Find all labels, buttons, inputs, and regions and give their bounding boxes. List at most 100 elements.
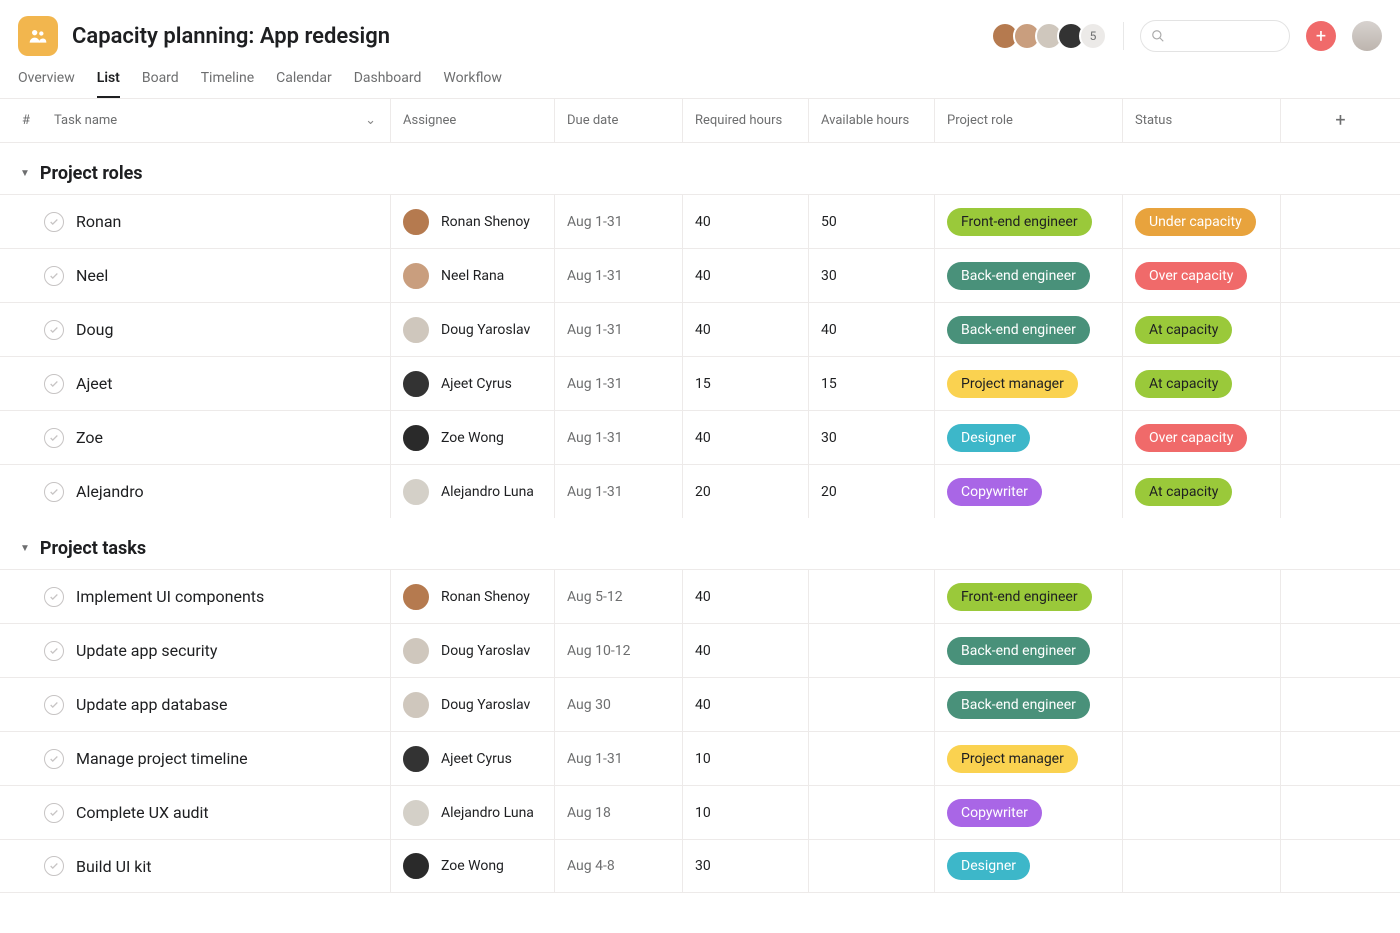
tab-workflow[interactable]: Workflow — [443, 70, 502, 98]
status-cell[interactable] — [1122, 570, 1280, 623]
available-hours-cell[interactable]: 15 — [808, 357, 934, 410]
required-hours-cell[interactable]: 40 — [682, 570, 808, 623]
assignee-cell[interactable]: Doug Yaroslav — [390, 303, 554, 356]
due-date-cell[interactable]: Aug 1-31 — [554, 357, 682, 410]
chevron-down-icon[interactable]: ⌄ — [365, 113, 390, 128]
available-hours-cell[interactable] — [808, 624, 934, 677]
table-row[interactable]: Complete UX auditAlejandro LunaAug 1810C… — [0, 785, 1400, 839]
complete-checkbox[interactable] — [44, 587, 64, 607]
due-date-cell[interactable]: Aug 10-12 — [554, 624, 682, 677]
status-cell[interactable]: At capacity — [1122, 465, 1280, 518]
status-cell[interactable] — [1122, 786, 1280, 839]
table-row[interactable]: Update app databaseDoug YaroslavAug 3040… — [0, 677, 1400, 731]
col-due-header[interactable]: Due date — [554, 99, 682, 142]
add-column-button[interactable]: + — [1280, 99, 1400, 142]
me-avatar[interactable] — [1352, 21, 1382, 51]
available-hours-cell[interactable]: 50 — [808, 195, 934, 248]
project-role-cell[interactable]: Front-end engineer — [934, 195, 1122, 248]
project-role-cell[interactable]: Designer — [934, 411, 1122, 464]
project-role-cell[interactable]: Designer — [934, 840, 1122, 892]
table-row[interactable]: NeelNeel RanaAug 1-314030Back-end engine… — [0, 248, 1400, 302]
table-row[interactable]: AlejandroAlejandro LunaAug 1-312020Copyw… — [0, 464, 1400, 518]
tab-board[interactable]: Board — [142, 70, 179, 98]
available-hours-cell[interactable] — [808, 678, 934, 731]
available-hours-cell[interactable] — [808, 732, 934, 785]
status-cell[interactable] — [1122, 732, 1280, 785]
status-cell[interactable]: Under capacity — [1122, 195, 1280, 248]
due-date-cell[interactable]: Aug 30 — [554, 678, 682, 731]
complete-checkbox[interactable] — [44, 374, 64, 394]
project-role-cell[interactable]: Back-end engineer — [934, 678, 1122, 731]
project-role-cell[interactable]: Back-end engineer — [934, 303, 1122, 356]
search-input[interactable] — [1140, 20, 1290, 52]
project-role-cell[interactable]: Project manager — [934, 732, 1122, 785]
complete-checkbox[interactable] — [44, 695, 64, 715]
project-role-cell[interactable]: Copywriter — [934, 786, 1122, 839]
due-date-cell[interactable]: Aug 5-12 — [554, 570, 682, 623]
due-date-cell[interactable]: Aug 1-31 — [554, 195, 682, 248]
tab-list[interactable]: List — [97, 70, 120, 98]
assignee-cell[interactable]: Neel Rana — [390, 249, 554, 302]
col-task-header[interactable]: Task name ⌄ — [36, 113, 390, 128]
project-icon[interactable] — [18, 16, 58, 56]
required-hours-cell[interactable]: 40 — [682, 303, 808, 356]
table-row[interactable]: Manage project timelineAjeet CyrusAug 1-… — [0, 731, 1400, 785]
required-hours-cell[interactable]: 15 — [682, 357, 808, 410]
table-row[interactable]: Implement UI componentsRonan ShenoyAug 5… — [0, 569, 1400, 623]
project-role-cell[interactable]: Back-end engineer — [934, 624, 1122, 677]
required-hours-cell[interactable]: 40 — [682, 411, 808, 464]
assignee-cell[interactable]: Ronan Shenoy — [390, 195, 554, 248]
col-available-header[interactable]: Available hours — [808, 99, 934, 142]
due-date-cell[interactable]: Aug 4-8 — [554, 840, 682, 892]
assignee-cell[interactable]: Ronan Shenoy — [390, 570, 554, 623]
due-date-cell[interactable]: Aug 1-31 — [554, 732, 682, 785]
complete-checkbox[interactable] — [44, 266, 64, 286]
available-hours-cell[interactable] — [808, 786, 934, 839]
required-hours-cell[interactable]: 40 — [682, 249, 808, 302]
available-hours-cell[interactable]: 30 — [808, 249, 934, 302]
section-header[interactable]: ▼Project tasks — [0, 518, 1400, 569]
col-required-header[interactable]: Required hours — [682, 99, 808, 142]
assignee-cell[interactable]: Ajeet Cyrus — [390, 732, 554, 785]
table-row[interactable]: AjeetAjeet CyrusAug 1-311515Project mana… — [0, 356, 1400, 410]
due-date-cell[interactable]: Aug 1-31 — [554, 249, 682, 302]
tab-calendar[interactable]: Calendar — [276, 70, 332, 98]
assignee-cell[interactable]: Zoe Wong — [390, 411, 554, 464]
required-hours-cell[interactable]: 10 — [682, 786, 808, 839]
tab-dashboard[interactable]: Dashboard — [354, 70, 422, 98]
complete-checkbox[interactable] — [44, 482, 64, 502]
table-row[interactable]: RonanRonan ShenoyAug 1-314050Front-end e… — [0, 194, 1400, 248]
available-hours-cell[interactable]: 30 — [808, 411, 934, 464]
available-hours-cell[interactable] — [808, 570, 934, 623]
avatar-count[interactable]: 5 — [1079, 22, 1107, 50]
required-hours-cell[interactable]: 20 — [682, 465, 808, 518]
complete-checkbox[interactable] — [44, 749, 64, 769]
required-hours-cell[interactable]: 40 — [682, 624, 808, 677]
required-hours-cell[interactable]: 30 — [682, 840, 808, 892]
complete-checkbox[interactable] — [44, 212, 64, 232]
status-cell[interactable] — [1122, 678, 1280, 731]
available-hours-cell[interactable] — [808, 840, 934, 892]
collaborator-avatars[interactable]: 5 — [997, 22, 1107, 50]
status-cell[interactable]: Over capacity — [1122, 411, 1280, 464]
complete-checkbox[interactable] — [44, 320, 64, 340]
status-cell[interactable]: Over capacity — [1122, 249, 1280, 302]
project-role-cell[interactable]: Back-end engineer — [934, 249, 1122, 302]
assignee-cell[interactable]: Ajeet Cyrus — [390, 357, 554, 410]
table-row[interactable]: Update app securityDoug YaroslavAug 10-1… — [0, 623, 1400, 677]
required-hours-cell[interactable]: 40 — [682, 678, 808, 731]
tab-timeline[interactable]: Timeline — [201, 70, 254, 98]
col-status-header[interactable]: Status — [1122, 99, 1280, 142]
assignee-cell[interactable]: Alejandro Luna — [390, 786, 554, 839]
status-cell[interactable] — [1122, 840, 1280, 892]
due-date-cell[interactable]: Aug 1-31 — [554, 411, 682, 464]
project-role-cell[interactable]: Project manager — [934, 357, 1122, 410]
status-cell[interactable]: At capacity — [1122, 357, 1280, 410]
complete-checkbox[interactable] — [44, 856, 64, 876]
project-role-cell[interactable]: Copywriter — [934, 465, 1122, 518]
add-button[interactable]: + — [1306, 21, 1336, 51]
project-role-cell[interactable]: Front-end engineer — [934, 570, 1122, 623]
status-cell[interactable] — [1122, 624, 1280, 677]
required-hours-cell[interactable]: 40 — [682, 195, 808, 248]
table-row[interactable]: ZoeZoe WongAug 1-314030DesignerOver capa… — [0, 410, 1400, 464]
